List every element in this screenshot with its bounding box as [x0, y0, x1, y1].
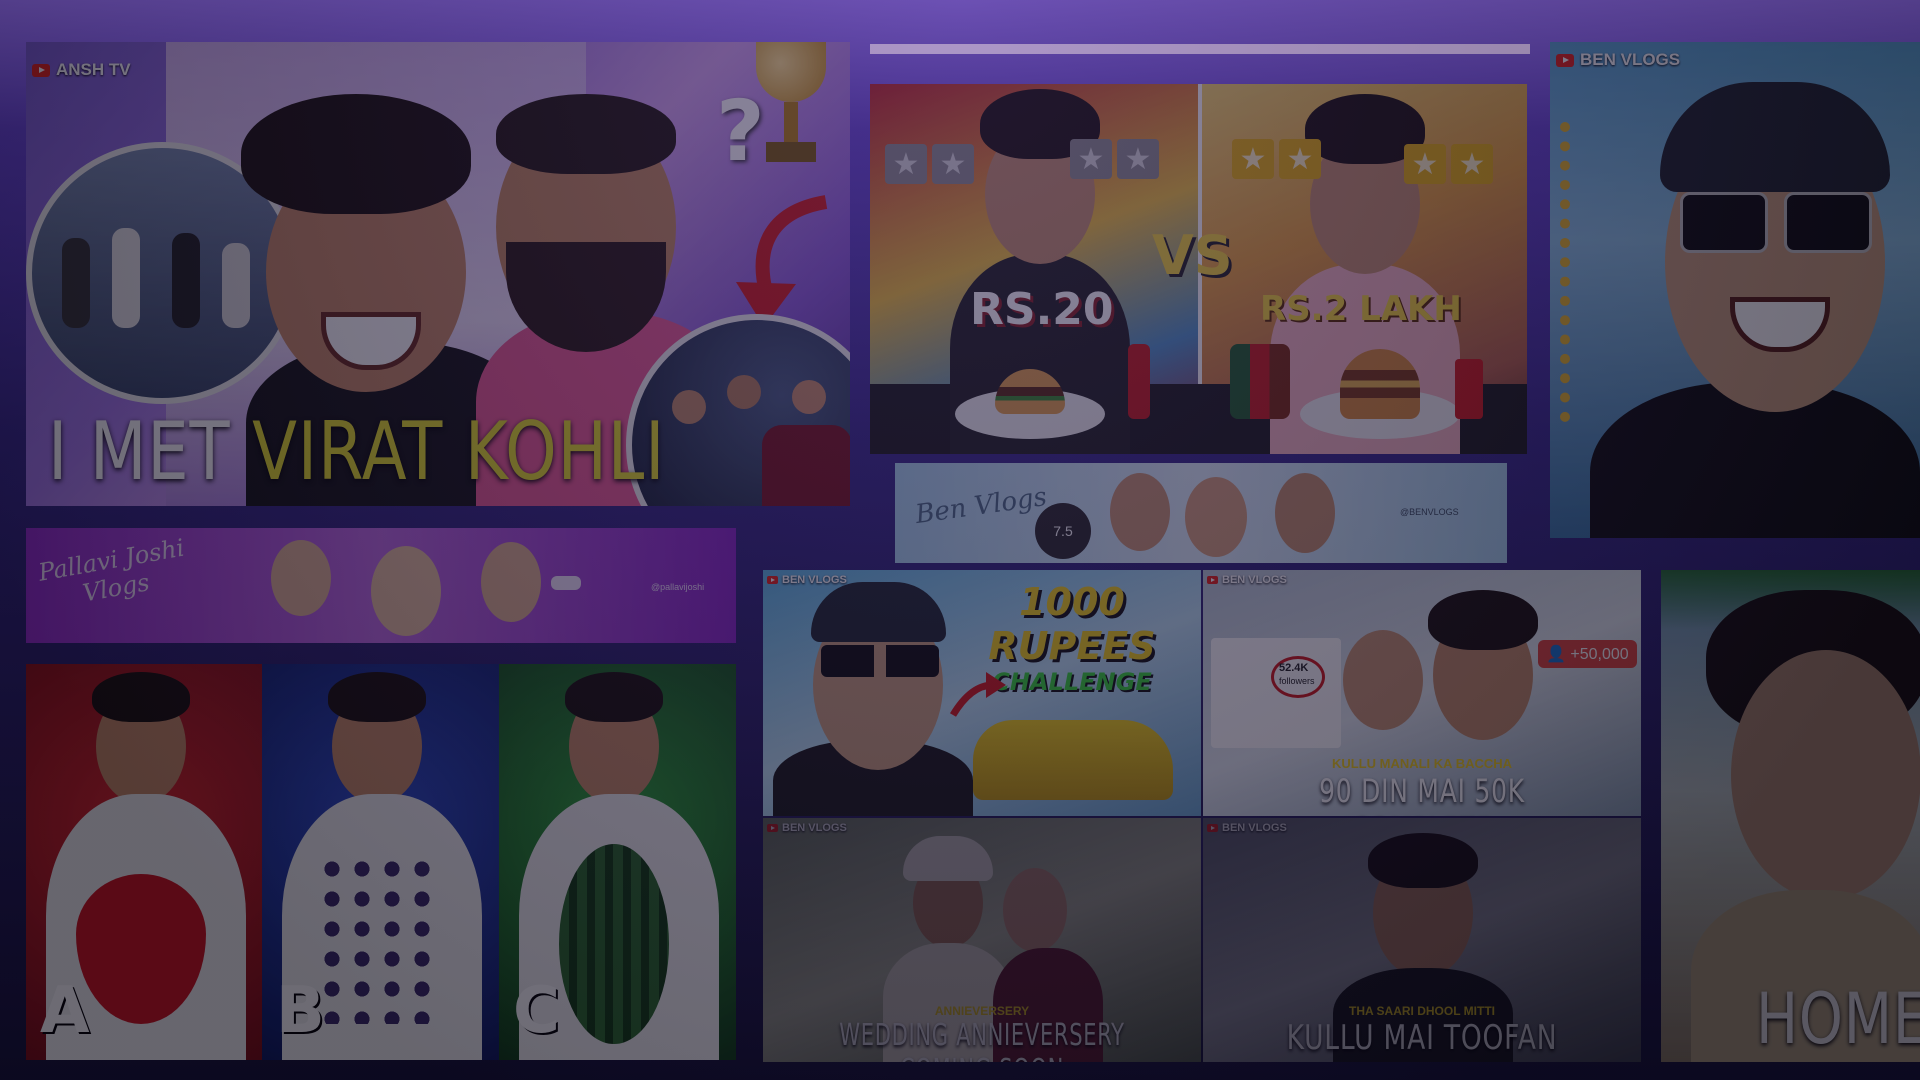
star-icon: ★ [1070, 139, 1112, 179]
title-highlight: VIRAT KOHLI [252, 405, 666, 498]
vs-label: VS [1152, 224, 1233, 287]
banner-handle: @BENVLOGS [1400, 507, 1459, 517]
counter-value: +50,000 [1570, 646, 1629, 663]
star-icon: ★ [885, 144, 927, 184]
star-icon: ★ [1279, 139, 1321, 179]
title-prefix: I MET [48, 405, 253, 498]
youtube-icon [1207, 576, 1218, 584]
left-price: RS.20 [970, 284, 1114, 335]
star-icon: ★ [1117, 139, 1159, 179]
channel-badge: ANSH TV [32, 60, 131, 80]
channel-name: ANSH TV [56, 60, 131, 79]
thumbnail-title: WEDDING ANNIEVERSERY COMING SOON [839, 1018, 1125, 1062]
portrait-1 [271, 540, 331, 616]
channel-name: BEN VLOGS [1222, 822, 1287, 834]
channel-badge: BEN VLOGS [1207, 822, 1287, 834]
sauce-bottles-icon [1230, 344, 1290, 419]
thumbnail-kullu-mai-toofan[interactable]: THA SAARI DHOOL MITTI KULLU MAI TOOFAN B… [1203, 818, 1641, 1062]
youtube-icon [767, 824, 778, 832]
star-icon: ★ [932, 144, 974, 184]
thumbnail-title: HOMES [1756, 978, 1920, 1060]
panel-b: B [262, 664, 499, 1060]
youtube-icon [1207, 824, 1218, 832]
channel-banner-ben-vlogs[interactable]: Ben Vlogs 7.5 @BENVLOGS [895, 463, 1507, 563]
banner-script-title: Pallavi Joshi Vlogs [36, 534, 191, 615]
ketchup-bottle-icon [1128, 344, 1150, 419]
car-icon [551, 576, 581, 590]
followers-value: 52.4K [1279, 662, 1309, 674]
portrait-2 [371, 546, 441, 636]
followers-label: followers [1279, 676, 1315, 686]
thumbnail-wedding-anniversary[interactable]: ANNIEVERSERY WEDDING ANNIEVERSERY COMING… [763, 818, 1201, 1062]
thumbnail-title: KULLU MAI TOOFAN [1286, 1018, 1558, 1058]
portrait-3 [481, 542, 541, 622]
face-1 [1110, 473, 1170, 551]
soda-can-icon [1455, 359, 1483, 419]
arrow-icon [736, 195, 828, 327]
follower-counter: 👤 +50,000 [1538, 640, 1637, 668]
channel-badge: BEN VLOGS [767, 822, 847, 834]
channel-name: BEN VLOGS [782, 822, 847, 834]
cap [1660, 82, 1890, 192]
burger-icon [1340, 349, 1420, 419]
turban [903, 836, 993, 881]
thumbnail-subtitle: KULLU MANALI KA BACCHA [1331, 756, 1513, 771]
face-2 [1185, 477, 1247, 557]
thumbnail-fruit-quiz[interactable]: A B C [26, 664, 736, 1060]
thumbnail-subtitle: ANNIEVERSERY [934, 1004, 1030, 1018]
option-letter-a: A [40, 974, 90, 1048]
instagram-profile-card: 52.4K followers [1211, 638, 1341, 748]
banner-handle: @pallavijoshi [651, 582, 705, 592]
sunglasses-icon [821, 645, 939, 677]
title-line-1: 1000 RUPEES [988, 580, 1156, 668]
thumbnail-title: 90 DIN MAI 50K COMPLETE [1319, 772, 1525, 816]
youtube-icon [32, 63, 50, 77]
face-3 [1275, 473, 1335, 553]
arrow-icon [949, 672, 1006, 717]
thumbnail-rs20-vs-rs2lakh[interactable]: ★ ★ ★ ★ ★ ★ ★ ★ VS RS.20 RS.2 LAKH [870, 84, 1527, 454]
right-price: RS.2 LAKH [1260, 289, 1462, 329]
gold-chain [1560, 122, 1600, 422]
question-mark: ? [716, 82, 765, 180]
channel-name: BEN VLOGS [1580, 50, 1681, 69]
sports-car-icon [973, 720, 1173, 800]
user-plus-icon: 👤 [1546, 646, 1566, 663]
panel-c: C [499, 664, 736, 1060]
channel-badge: BEN VLOGS [767, 574, 847, 586]
thumbnail-ben-vlogs-portrait[interactable]: BEN VLOGS [1550, 42, 1920, 538]
thumbnail-subtitle: THA SAARI DHOOL MITTI [1349, 1004, 1495, 1018]
divider-bar [870, 44, 1530, 54]
option-letter-b: B [276, 974, 325, 1048]
weight-label: 7.5 [1053, 523, 1073, 539]
banner-script-title: Ben Vlogs [913, 481, 1049, 531]
thumbnail-90-din-50k[interactable]: 52.4K followers 👤 +50,000 KULLU MANALI K… [1203, 570, 1641, 816]
thumbnail-1000-rupees-challenge[interactable]: 1000 RUPEES CHALLENGE BEN VLOGS [763, 570, 1201, 816]
channel-banner-pallavi-joshi[interactable]: Pallavi Joshi Vlogs @pallavijoshi [26, 528, 736, 643]
grapes-icon [317, 854, 437, 1024]
thumbnail-title: I MET VIRAT KOHLI [48, 412, 665, 492]
channel-badge: BEN VLOGS [1556, 50, 1680, 70]
channel-name: BEN VLOGS [1222, 574, 1287, 586]
sunglasses-icon [1680, 192, 1872, 253]
dumbbell-icon: 7.5 [1035, 503, 1091, 559]
star-icon: ★ [1451, 144, 1493, 184]
option-letter-c: C [513, 974, 560, 1048]
thumbnail-virat-kohli[interactable]: ? I MET VIRAT KOHLI ANSH TV [26, 42, 850, 506]
watermelon-icon [559, 844, 669, 1044]
star-icon: ★ [1232, 139, 1274, 179]
panel-a: A [26, 664, 262, 1060]
child-face [1343, 630, 1423, 730]
channel-name: BEN VLOGS [782, 574, 847, 586]
bride-face [1003, 868, 1067, 952]
youtube-icon [1556, 53, 1574, 67]
channel-badge: BEN VLOGS [1207, 574, 1287, 586]
cap [811, 582, 946, 642]
youtube-icon [767, 576, 778, 584]
star-icon: ★ [1404, 144, 1446, 184]
thumbnail-homes[interactable]: HOMES [1661, 570, 1920, 1062]
creator-face [1731, 650, 1920, 900]
